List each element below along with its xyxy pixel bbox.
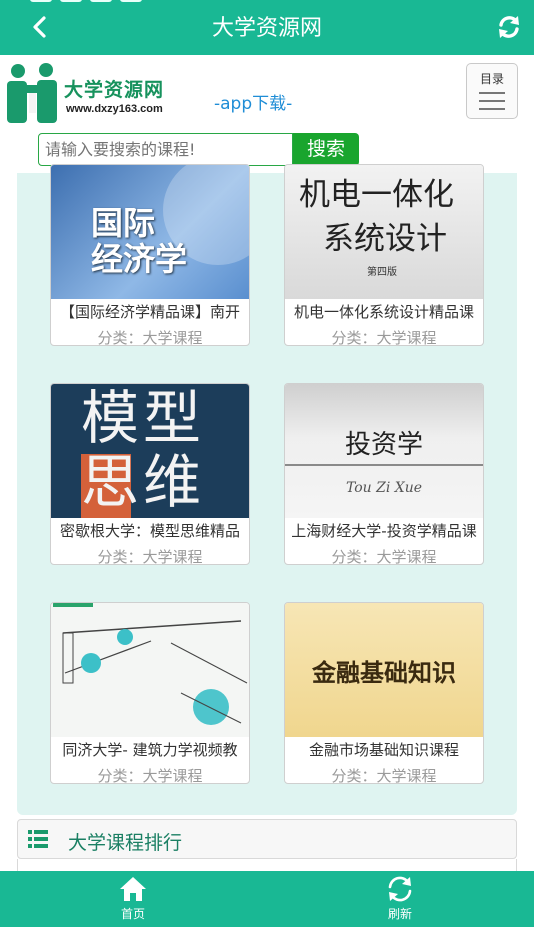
brand-url: www.dxzy163.com (66, 103, 163, 115)
search-button[interactable]: 搜索 (293, 133, 359, 166)
course-category: 分类：大学课程 (97, 767, 203, 784)
hamburger-icon (479, 92, 505, 116)
course-title: 上海财经大学-投资学精品课 (291, 522, 477, 540)
course-category: 分类：大学课程 (97, 329, 203, 346)
course-cover: 国际 经济学 (51, 165, 249, 299)
top-app-bar: 大学资源网 (0, 0, 534, 55)
list-icon (28, 830, 48, 848)
nav-refresh[interactable]: 刷新 (360, 875, 440, 922)
course-title: 【国际经济学精品课】南开 (59, 303, 240, 321)
bottom-navigation: 首页 刷新 (0, 871, 534, 927)
course-cover (51, 603, 249, 737)
course-title: 密歇根大学：模型思维精品 (59, 522, 240, 540)
course-card[interactable]: 国际 经济学 【国际经济学精品课】南开 分类：大学课程 (50, 164, 250, 346)
course-ranking-header[interactable]: 大学课程排行 (17, 819, 517, 859)
nav-home[interactable]: 首页 (93, 875, 173, 922)
course-card[interactable]: 同济大学- 建筑力学视频教 分类：大学课程 (50, 602, 250, 784)
course-cover: 机电一体化 系统设计 第四版 (285, 165, 483, 299)
course-title: 金融市场基础知识课程 (308, 741, 459, 759)
course-title: 机电一体化系统设计精品课 (293, 303, 474, 321)
refresh-icon[interactable] (496, 14, 522, 40)
page-title: 大学资源网 (211, 16, 322, 41)
course-category: 分类：大学课程 (97, 548, 203, 565)
course-category: 分类：大学课程 (331, 329, 437, 346)
course-card[interactable]: 投资学 Tou Zi Xue 上海财经大学-投资学精品课 分类：大学课程 (284, 383, 484, 565)
brand-name: 大学资源网 (64, 79, 165, 101)
course-grid: 国际 经济学 【国际经济学精品课】南开 分类：大学课程 机电一体化 系统设计 第… (17, 164, 517, 815)
course-cover: 金融基础知识 (285, 603, 483, 737)
catalog-menu-button[interactable]: 目录 (466, 63, 518, 119)
site-header: 大学资源网 www.dxzy163.com -app下载- 目录 搜索 (0, 55, 534, 173)
course-cover: 模型 思维 (51, 384, 249, 518)
course-cover: 投资学 Tou Zi Xue (285, 384, 483, 518)
course-category: 分类：大学课程 (331, 767, 437, 784)
nav-home-label: 首页 (120, 907, 145, 921)
refresh-icon (388, 876, 412, 902)
mechanics-diagram (53, 603, 248, 725)
course-title: 同济大学- 建筑力学视频教 (62, 741, 238, 759)
status-bar-icons (30, 0, 142, 2)
course-card[interactable]: 金融基础知识 金融市场基础知识课程 分类：大学课程 (284, 602, 484, 784)
home-icon (120, 877, 146, 901)
nav-refresh-label: 刷新 (387, 907, 412, 921)
course-card[interactable]: 机电一体化 系统设计 第四版 机电一体化系统设计精品课 分类：大学课程 (284, 164, 484, 346)
catalog-label: 目录 (479, 72, 504, 86)
ranking-title: 大学课程排行 (68, 832, 183, 854)
search-input[interactable] (38, 133, 293, 166)
course-category: 分类：大学课程 (331, 548, 437, 565)
app-download-link[interactable]: -app下载- (214, 89, 292, 114)
site-logo[interactable] (4, 61, 62, 127)
course-card[interactable]: 模型 思维 密歇根大学：模型思维精品 分类：大学课程 (50, 383, 250, 565)
